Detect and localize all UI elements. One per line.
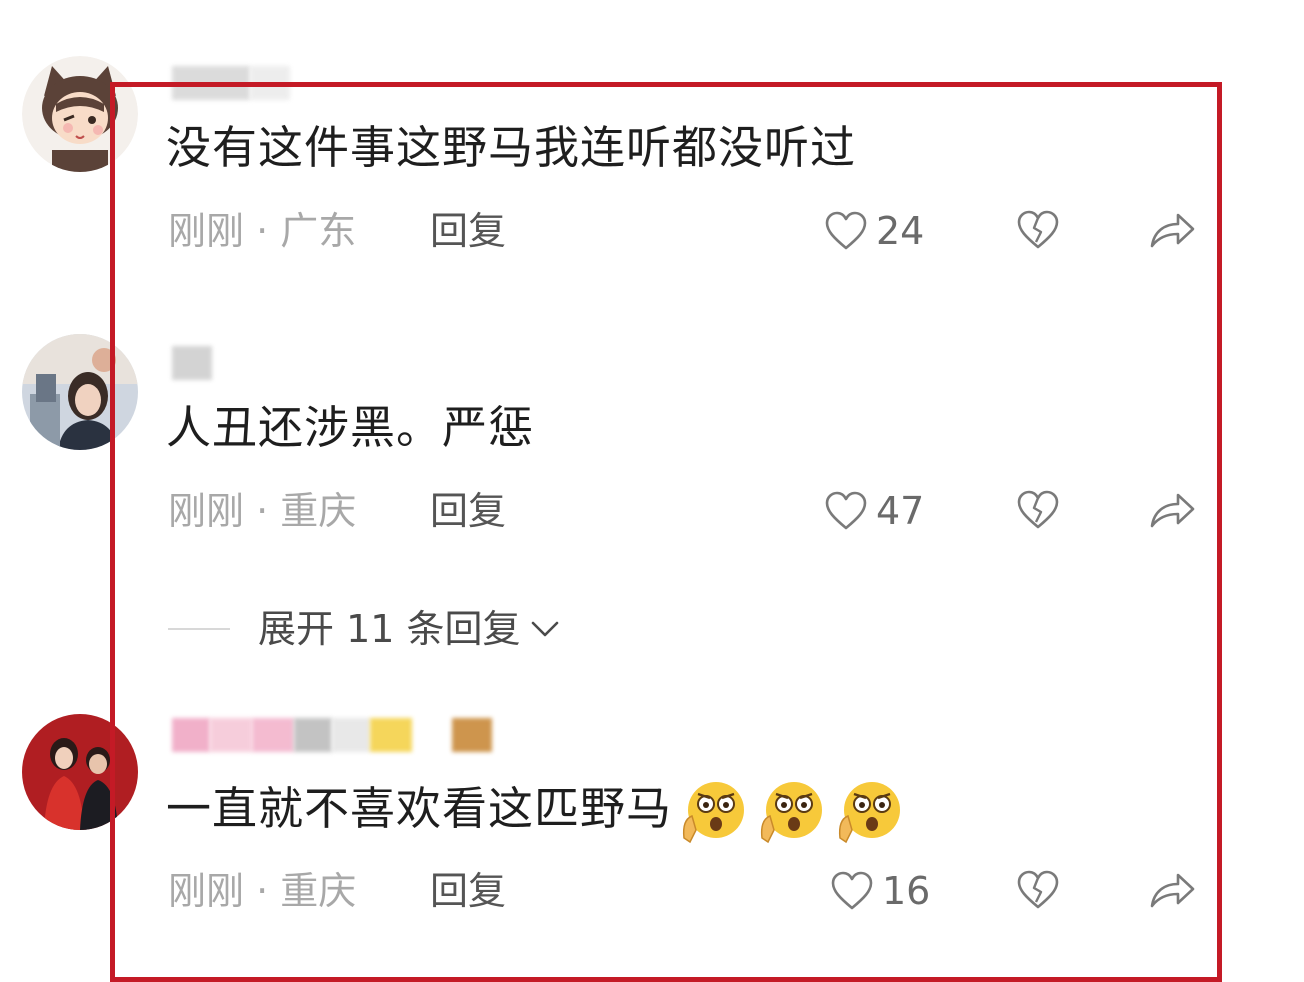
broken-heart-icon[interactable]	[1016, 210, 1060, 250]
comment-text-body: 一直就不喜欢看这匹野马	[166, 782, 673, 835]
blurred-name-block	[252, 718, 294, 752]
expand-replies-label: 展开 11 条回复	[258, 607, 521, 651]
time-location: 刚刚 · 重庆	[168, 489, 357, 533]
comment-meta: 刚刚 · 重庆 回复 16	[168, 866, 1208, 916]
like-button[interactable]: 24	[824, 206, 924, 256]
like-count: 24	[876, 209, 925, 253]
username-blurred[interactable]	[172, 712, 492, 752]
time-location: 刚刚 · 广东	[168, 209, 357, 253]
comment-text: 人丑还涉黑。严惩	[166, 401, 535, 454]
avatar[interactable]	[22, 334, 138, 450]
divider-line	[168, 628, 230, 630]
like-button[interactable]: 47	[824, 486, 924, 536]
username-blurred[interactable]	[172, 60, 290, 100]
blurred-name-block	[294, 718, 332, 752]
emoji-group	[678, 780, 904, 844]
share-arrow-icon[interactable]	[1148, 210, 1196, 250]
shocked-face-emoji-icon	[760, 782, 823, 844]
couple-photo-avatar-icon	[22, 714, 138, 830]
heart-outline-icon	[825, 491, 867, 530]
heart-outline-icon	[831, 871, 873, 910]
share-arrow-icon[interactable]	[1148, 870, 1196, 910]
photo-avatar-icon	[22, 334, 138, 450]
blurred-name-block	[452, 718, 492, 752]
blurred-name-block	[172, 718, 210, 752]
shocked-face-emoji-icon	[838, 782, 901, 844]
avatar[interactable]	[22, 714, 138, 830]
avatar[interactable]	[22, 56, 138, 172]
like-count: 16	[882, 869, 931, 913]
blurred-name-block	[332, 718, 370, 752]
broken-heart-icon[interactable]	[1016, 490, 1060, 530]
comment-meta: 刚刚 · 广东 回复 24	[168, 206, 1208, 256]
comment-text: 没有这件事这野马我连听都没听过	[166, 121, 857, 174]
username-blurred[interactable]	[172, 340, 212, 380]
chevron-down-icon	[531, 621, 558, 637]
shocked-face-emoji-icon	[682, 782, 745, 844]
reply-button[interactable]: 回复	[430, 206, 506, 256]
reply-button[interactable]: 回复	[430, 486, 506, 536]
expand-replies-button[interactable]: 展开 11 条回复	[168, 604, 561, 654]
blurred-name-block	[210, 718, 252, 752]
reply-button[interactable]: 回复	[430, 866, 506, 916]
blurred-name-block	[250, 66, 290, 100]
heart-outline-icon	[825, 211, 867, 250]
blurred-name-block	[172, 346, 212, 380]
like-button[interactable]: 16	[830, 866, 930, 916]
comment-text: 一直就不喜欢看这匹野马	[166, 780, 904, 844]
blurred-name-block	[370, 718, 412, 752]
time-location: 刚刚 · 重庆	[168, 869, 357, 913]
share-arrow-icon[interactable]	[1148, 490, 1196, 530]
blurred-name-block	[172, 66, 250, 100]
broken-heart-icon[interactable]	[1016, 870, 1060, 910]
cat-girl-avatar-icon	[22, 56, 138, 172]
comment-meta: 刚刚 · 重庆 回复 47	[168, 486, 1208, 536]
like-count: 47	[876, 489, 925, 533]
